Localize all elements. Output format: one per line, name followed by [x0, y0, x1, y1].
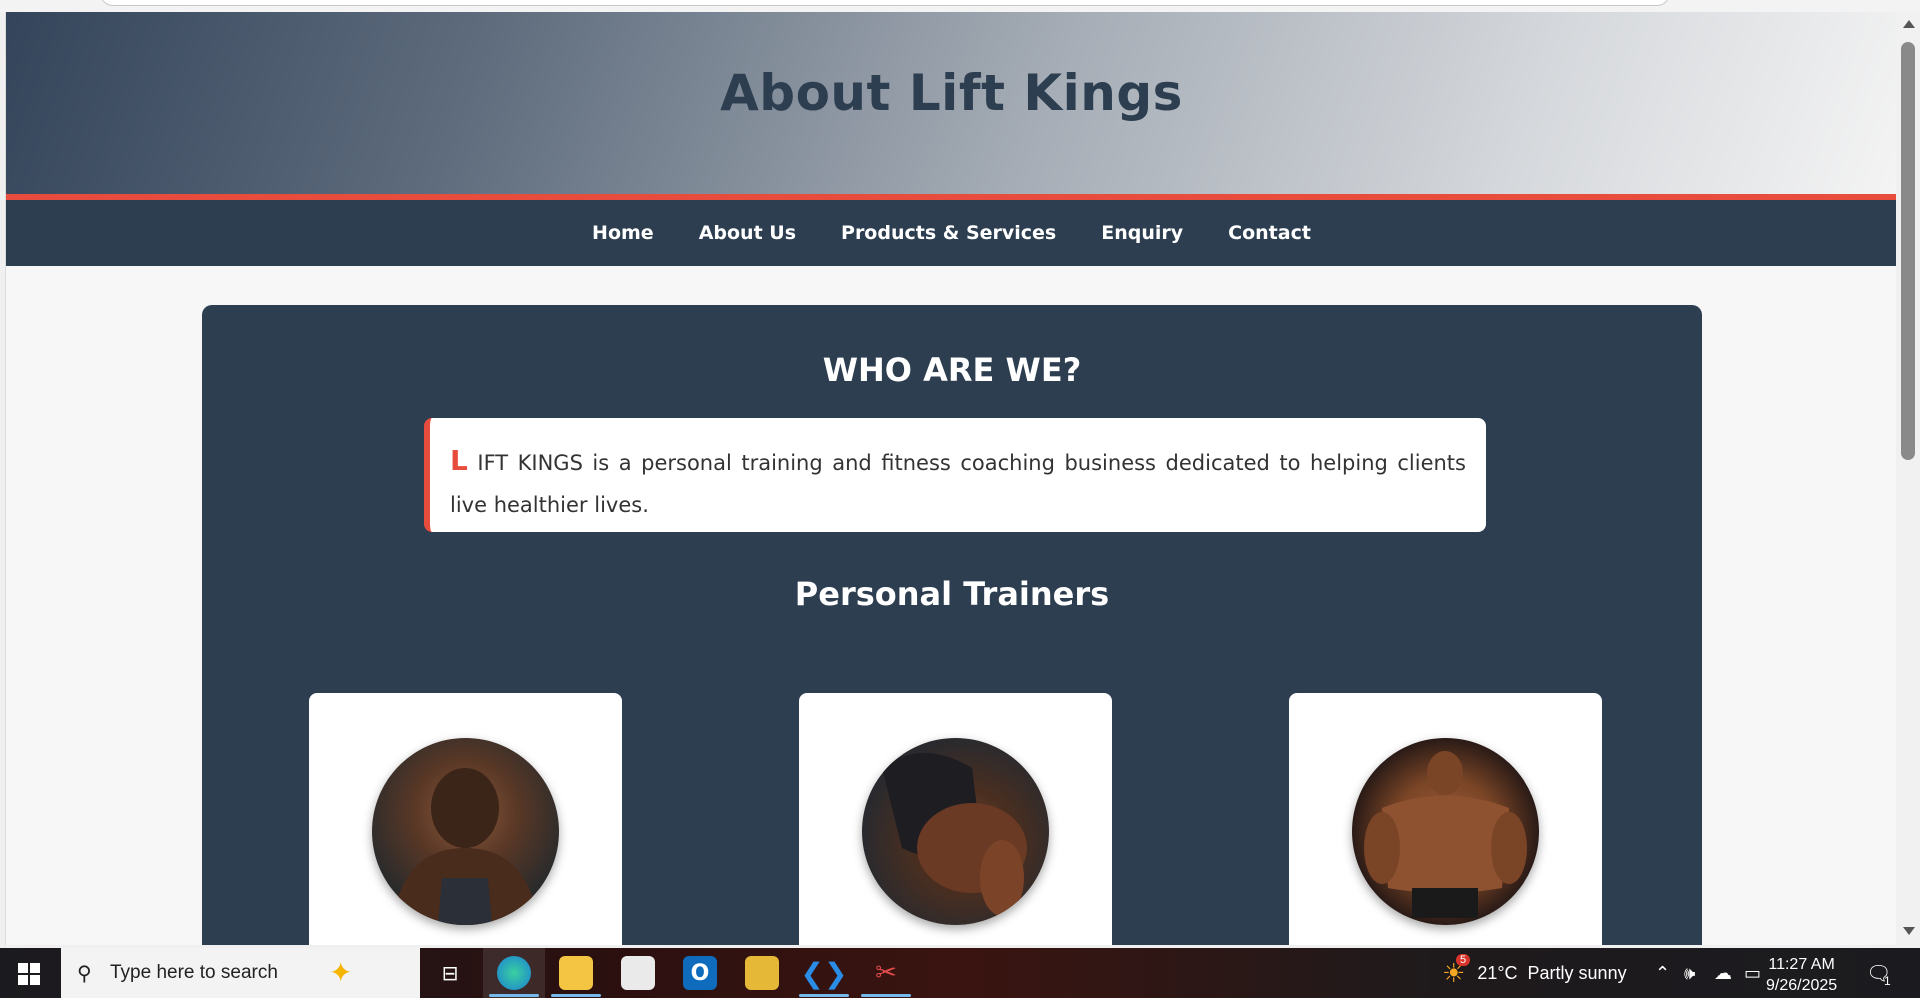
trainer-photo	[1352, 738, 1539, 925]
trainers-title: Personal Trainers	[794, 575, 1110, 613]
trainer-photo	[862, 738, 1049, 925]
search-placeholder: Type here to search	[110, 962, 278, 983]
about-card: WHO ARE WE? L IFT KINGS is a personal tr…	[202, 305, 1702, 945]
weather-widget[interactable]: ☀ 5 21°C Partly sunny	[1442, 948, 1627, 998]
notification-count: 1	[1884, 974, 1891, 988]
snipping-tool-icon[interactable]: ✂	[869, 956, 903, 990]
edge-active-indicator	[489, 994, 539, 997]
intro-dropcap: L	[450, 444, 468, 477]
start-button[interactable]	[18, 963, 40, 985]
browser-toolbar-remnant	[0, 0, 1920, 12]
vertical-scrollbar[interactable]	[1897, 12, 1920, 945]
trainer-card	[1289, 693, 1602, 945]
weather-badge: 5	[1456, 954, 1471, 966]
vscode-icon[interactable]: ❮❯	[801, 956, 848, 990]
network-icon[interactable]: ▭	[1744, 948, 1761, 998]
windows-logo-icon	[18, 963, 28, 973]
taskbar-clock[interactable]: 11:27 AM 9/26/2025	[1766, 954, 1837, 996]
nav-contact[interactable]: Contact	[1228, 222, 1311, 244]
volume-icon[interactable]: 🕪	[1684, 948, 1695, 998]
page-title: About Lift Kings	[720, 64, 1183, 122]
nav-home[interactable]: Home	[592, 222, 654, 244]
notification-center-icon[interactable]: 🗨	[1866, 948, 1891, 998]
intro-box: L IFT KINGS is a personal training and f…	[424, 418, 1486, 532]
page-viewport: About Lift Kings Home About Us Products …	[5, 12, 1896, 945]
task-view-icon[interactable]: ⊟	[433, 956, 467, 990]
scroll-thumb[interactable]	[1901, 42, 1915, 460]
store-icon[interactable]	[621, 956, 655, 990]
outlook-icon[interactable]: O	[683, 956, 717, 990]
address-bar[interactable]	[100, 0, 1670, 6]
clock-date: 9/26/2025	[1766, 977, 1838, 994]
edge-icon[interactable]	[497, 956, 531, 990]
nav-products-services[interactable]: Products & Services	[841, 222, 1056, 244]
nav-enquiry[interactable]: Enquiry	[1101, 222, 1183, 244]
onedrive-icon[interactable]: ☁	[1714, 948, 1732, 998]
file-explorer-icon[interactable]	[559, 956, 593, 990]
trainer-card	[799, 693, 1112, 945]
weather-text: 21°C Partly sunny	[1477, 962, 1627, 983]
snip-active-indicator	[861, 994, 911, 997]
sticky-app-icon[interactable]	[745, 956, 779, 990]
copilot-sparkle-icon[interactable]: ✦	[329, 956, 352, 989]
nav-about-us[interactable]: About Us	[699, 222, 796, 244]
scroll-down-icon[interactable]	[1903, 927, 1915, 935]
clock-time: 11:27 AM	[1768, 956, 1835, 973]
explorer-active-indicator	[551, 994, 601, 997]
scroll-up-icon[interactable]	[1903, 20, 1915, 28]
search-icon: ⚲	[77, 961, 92, 985]
intro-text: IFT KINGS is a personal training and fit…	[450, 451, 1466, 517]
trainer-photo	[372, 738, 559, 925]
windows-taskbar: ⚲ Type here to search ✦ ⊟ O ❮❯ ✂ ☀ 5 21°…	[0, 948, 1920, 998]
vscode-active-indicator	[799, 994, 849, 997]
section-title: WHO ARE WE?	[822, 351, 1082, 389]
main-nav: Home About Us Products & Services Enquir…	[6, 200, 1896, 266]
hero-banner: About Lift Kings	[6, 12, 1896, 194]
trainer-card	[309, 693, 622, 945]
taskbar-search[interactable]: ⚲ Type here to search ✦	[61, 948, 420, 998]
show-hidden-icons[interactable]: ⌃	[1655, 948, 1670, 998]
